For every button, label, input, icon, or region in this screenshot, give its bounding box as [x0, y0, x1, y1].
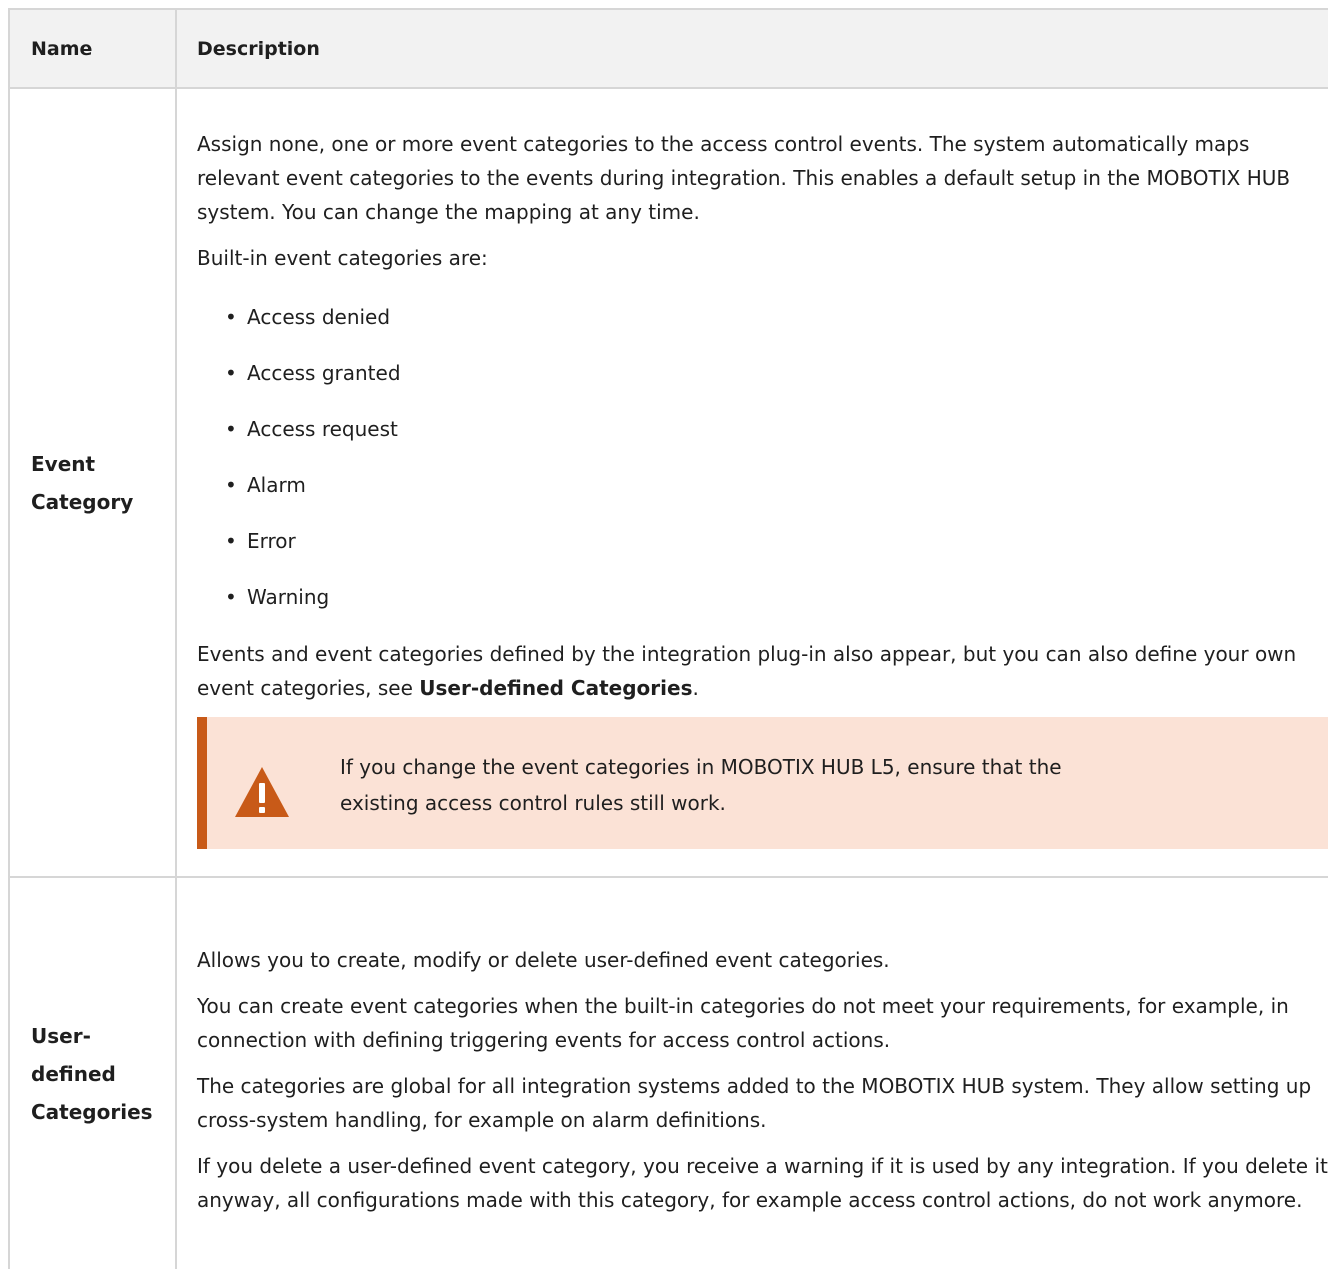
user-defined-p2: You can create event categories when the… — [197, 993, 1289, 1052]
warning-text: If you change the event categories in MO… — [340, 749, 1160, 821]
user-defined-name-line2: defined — [31, 1061, 116, 1086]
bullet-icon: • — [225, 584, 237, 609]
user-defined-p3: The categories are global for all integr… — [197, 1073, 1312, 1132]
warning-callout: If you change the event categories in MO… — [197, 716, 1328, 849]
list-item: • Access request — [225, 401, 1328, 457]
event-category-name-line1: Event — [31, 451, 96, 476]
bullet-icon: • — [225, 416, 237, 441]
name-cell-user-defined: User- defined Categories — [8, 876, 176, 1269]
bullet-icon: • — [225, 472, 237, 497]
warning-line1: If you change the event categories in MO… — [340, 754, 1062, 779]
name-cell-event-category: Event Category — [8, 87, 176, 877]
list-item: • Warning — [225, 569, 1328, 625]
description-cell-event-category: Assign none, one or more event categorie… — [175, 87, 1328, 877]
user-defined-p1: Allows you to create, modify or delete u… — [197, 947, 890, 972]
warning-line2: existing access control rules still work… — [340, 790, 726, 815]
user-defined-categories-link[interactable]: User-defined Categories — [419, 676, 692, 700]
table-row-user-defined: User- defined Categories Allows you to c… — [8, 876, 1328, 1269]
header-name: Name — [8, 8, 176, 88]
description-cell-user-defined: Allows you to create, modify or delete u… — [175, 876, 1328, 1269]
list-item: • Access denied — [225, 289, 1328, 345]
builtin-category-list: • Access denied • Access granted • Access r… — [197, 289, 1328, 625]
user-defined-name-line1: User- — [31, 1023, 91, 1048]
header-description: Description — [175, 8, 1328, 88]
properties-table: Name Description Event Category Assign n… — [8, 8, 1328, 1269]
warning-triangle-icon — [235, 766, 289, 817]
builtin-intro: Built-in event categories are: — [197, 245, 488, 270]
list-item: • Error — [225, 513, 1328, 569]
bullet-icon: • — [225, 304, 237, 329]
user-defined-name-line3: Categories — [31, 1099, 153, 1124]
event-category-intro: Assign none, one or more event categorie… — [197, 131, 1291, 224]
bullet-icon: • — [225, 528, 237, 553]
list-item: • Alarm — [225, 457, 1328, 513]
bullet-icon: • — [225, 360, 237, 385]
event-category-name-line2: Category — [31, 489, 134, 514]
user-defined-p4: If you delete a user-defined event categ… — [197, 1153, 1328, 1212]
table-header-row: Name Description — [8, 8, 1328, 88]
list-item: • Access granted — [225, 345, 1328, 401]
table-row-event-category: Event Category Assign none, one or more … — [8, 87, 1328, 877]
followup-paragraph: Events and event categories defined by t… — [197, 641, 1297, 700]
